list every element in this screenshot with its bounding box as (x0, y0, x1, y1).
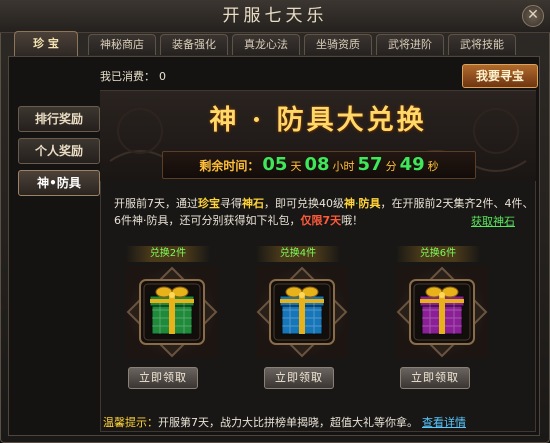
timer-minutes-unit: 分 (385, 160, 397, 173)
sidebar-item-personal-reward[interactable]: 个人奖励 (18, 138, 100, 164)
gift-box-icon (396, 266, 488, 358)
timer-hours: 08 (304, 154, 330, 175)
desc-text: ，即可兑换40级 (264, 197, 344, 210)
tips-text: 开服第7天，战力大比拼榜单揭晓，超值大礼等你拿。 (158, 416, 418, 429)
pack-label-4: 兑换4件 (256, 246, 340, 262)
tab-mount-aptitude[interactable]: 坐骑资质 (304, 34, 372, 55)
pack-label-6: 兑换6件 (396, 246, 480, 262)
pack-label-2: 兑换2件 (126, 246, 210, 262)
countdown-timer: 剩余时间： 05 天 08 小时 57 分 49 秒 (162, 151, 476, 179)
gift-frame-2[interactable] (126, 266, 218, 358)
redeem-button-2[interactable]: 立即领取 (128, 367, 198, 389)
tab-general-skill[interactable]: 武将技能 (448, 34, 516, 55)
spent-value: 0 (159, 70, 166, 83)
desc-limit: 仅限7天 (300, 214, 342, 227)
desc-shen: 神 (344, 197, 355, 210)
tips-label: 温馨提示： (103, 416, 158, 429)
tab-dragon-art[interactable]: 真龙心法 (232, 34, 300, 55)
tips-bar: 温馨提示：开服第7天，战力大比拼榜单揭晓，超值大礼等你拿。 查看详情 (103, 414, 466, 430)
desc-text: 哦！ (341, 214, 364, 227)
timer-seconds-unit: 秒 (427, 160, 439, 173)
timer-hours-unit: 小时 (332, 160, 355, 173)
timer-label: 剩余时间： (199, 159, 260, 173)
get-stone-link[interactable]: 获取神石 (471, 213, 515, 229)
tab-equip-enhance[interactable]: 装备强化 (160, 34, 228, 55)
timer-days: 05 (262, 154, 288, 175)
sidebar-item-divine-armor[interactable]: 神•防具 (18, 170, 100, 196)
gift-box-icon (256, 266, 348, 358)
redeem-button-4[interactable]: 立即领取 (264, 367, 334, 389)
gift-frame-6[interactable] (396, 266, 488, 358)
desc-text: 寻得 (220, 197, 242, 210)
gift-frame-4[interactable] (256, 266, 348, 358)
banner-title: 神 · 防具大兑换 (209, 105, 427, 136)
tab-mystery-shop[interactable]: 神秘商店 (88, 34, 156, 55)
view-details-link[interactable]: 查看详情 (422, 416, 466, 429)
gift-box-icon (126, 266, 218, 358)
timer-minutes: 57 (357, 154, 383, 175)
seek-treasure-button[interactable]: 我要寻宝 (462, 64, 538, 88)
window-title: 开服七天乐 (0, 0, 550, 33)
desc-text: 开服前7天，通过 (114, 197, 198, 210)
timer-seconds: 49 (399, 154, 425, 175)
spent-display: 我已消费： 0 (100, 68, 166, 84)
desc-treasure: 珍宝 (198, 197, 220, 210)
redeem-button-6[interactable]: 立即领取 (400, 367, 470, 389)
desc-stone: 神石 (242, 197, 264, 210)
close-icon[interactable]: ✕ (522, 5, 544, 27)
tab-general-advance[interactable]: 武将进阶 (376, 34, 444, 55)
desc-armor: 防具 (358, 197, 381, 210)
sidebar-item-ranking-reward[interactable]: 排行奖励 (18, 106, 100, 132)
timer-days-unit: 天 (290, 160, 302, 173)
spent-label: 我已消费： (100, 70, 155, 83)
tab-treasure[interactable]: 珍 宝 (14, 31, 78, 56)
